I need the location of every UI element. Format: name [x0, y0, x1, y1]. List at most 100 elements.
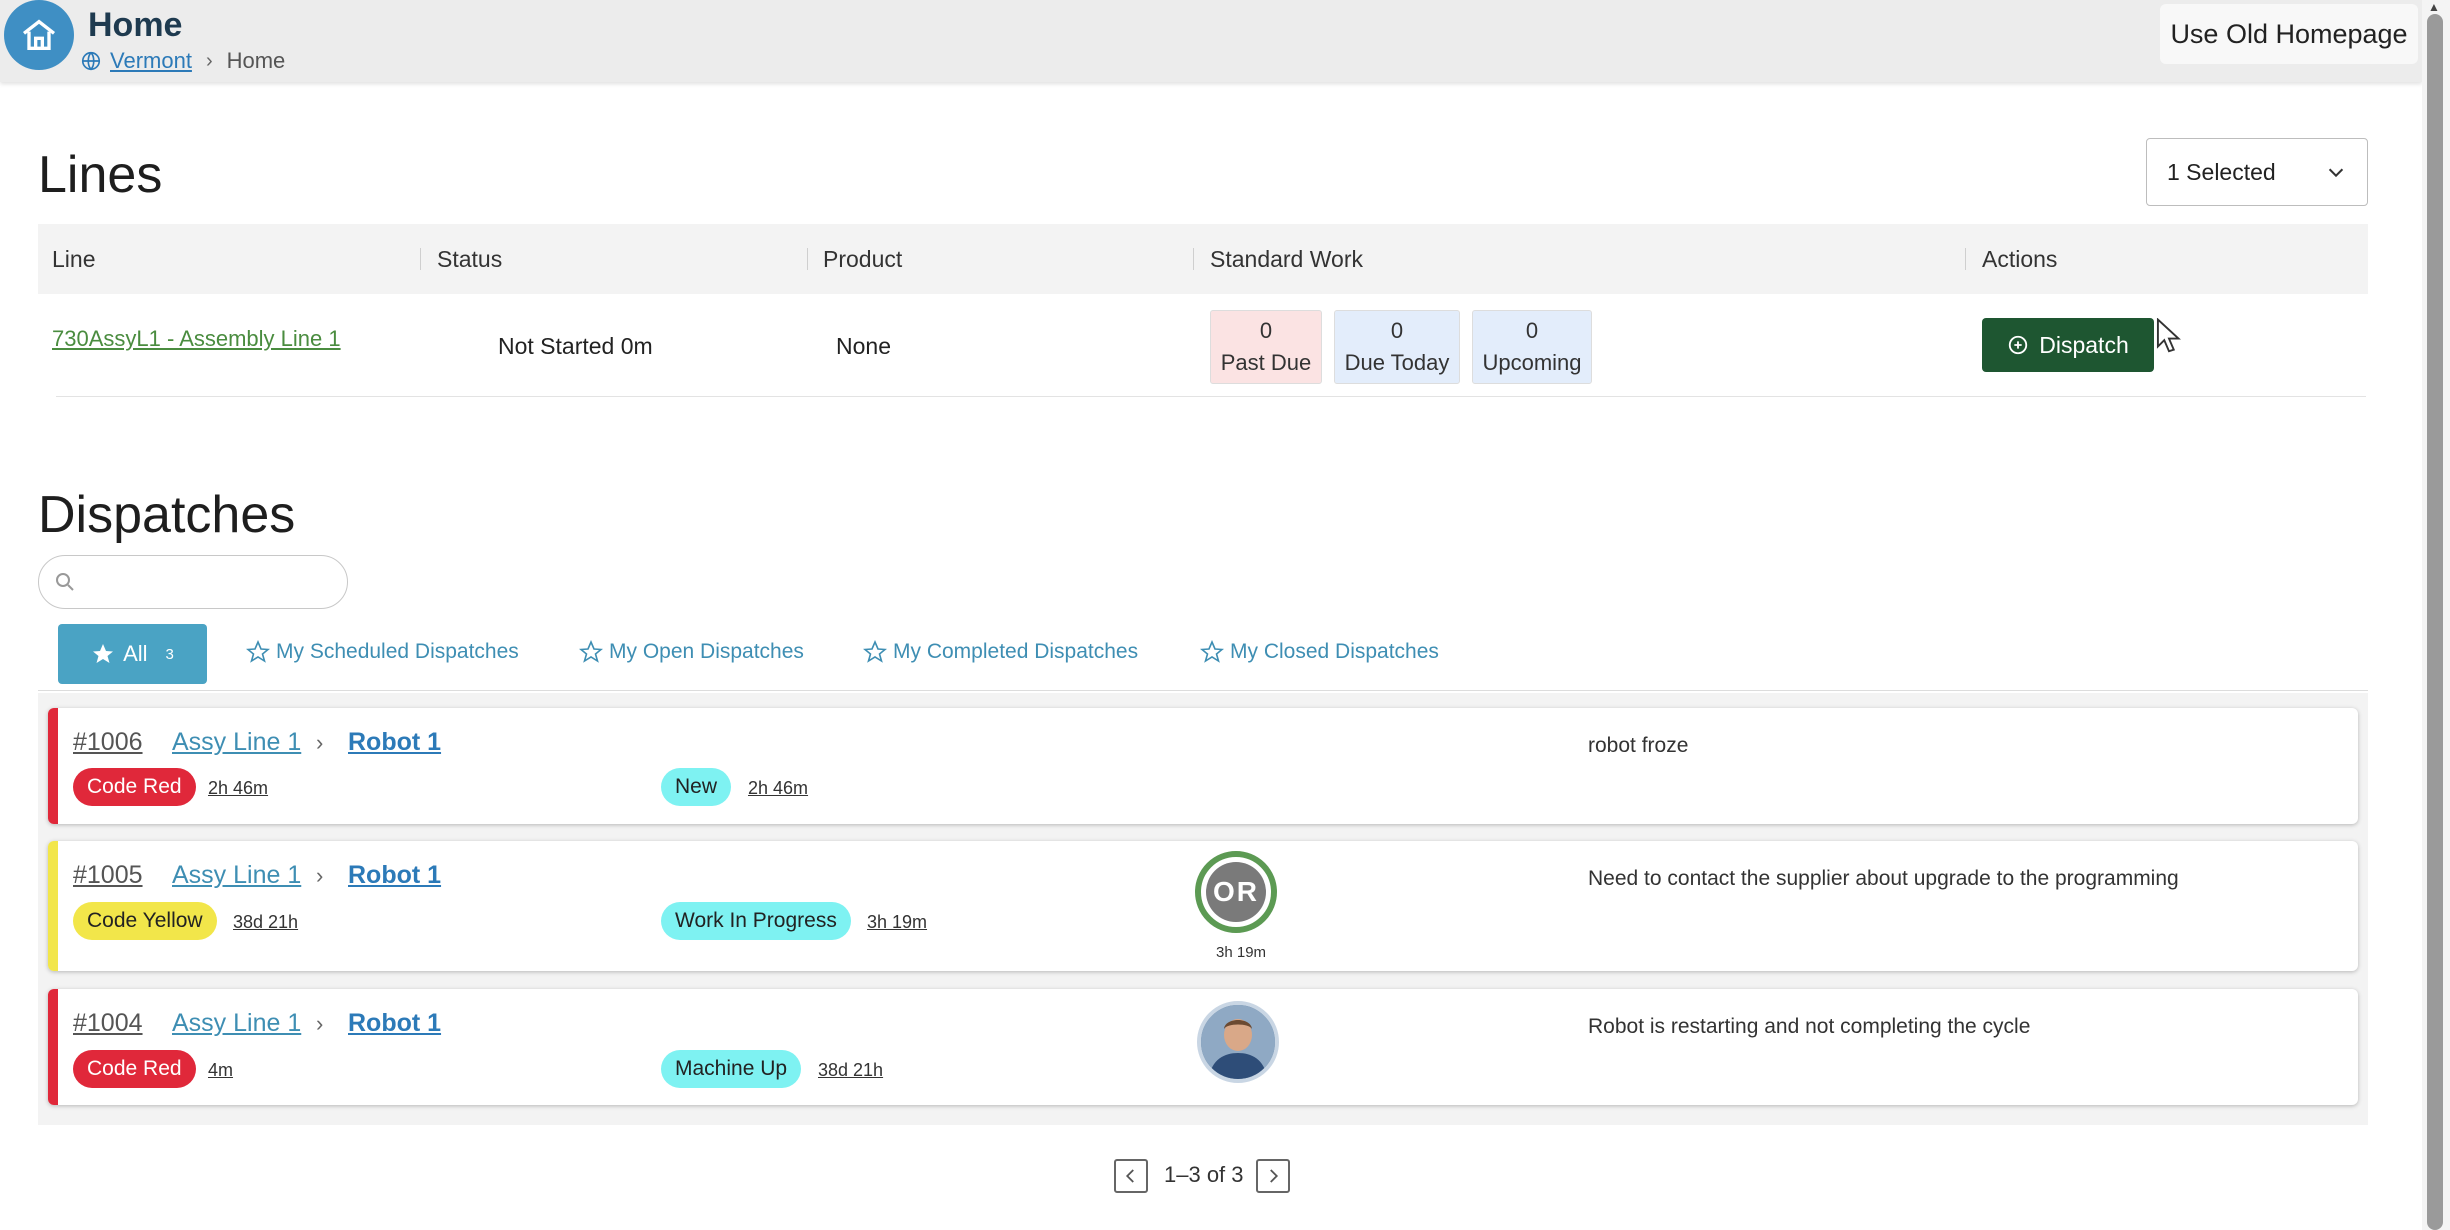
- col-actions: Actions: [1982, 246, 2058, 272]
- status-age[interactable]: 2h 46m: [748, 778, 808, 799]
- scroll-up-arrow[interactable]: ▲: [2428, 0, 2440, 14]
- search-icon: [56, 573, 74, 591]
- line-filter-value: 1 Selected: [2167, 158, 2276, 185]
- code-badge: Code Red: [73, 1050, 196, 1088]
- col-standard-work: Standard Work: [1210, 246, 1363, 272]
- column-divider: [807, 248, 808, 270]
- upcoming-label: Upcoming: [1482, 350, 1582, 375]
- dispatch-line-link[interactable]: Assy Line 1: [172, 861, 301, 890]
- dispatch-line-link[interactable]: Assy Line 1: [172, 1009, 301, 1038]
- code-age[interactable]: 38d 21h: [233, 912, 298, 933]
- chevron-down-icon: [2328, 168, 2344, 178]
- page-title: Home: [88, 6, 183, 44]
- status-badge: New: [661, 768, 732, 806]
- search-input[interactable]: [85, 566, 339, 600]
- star-icon: [246, 640, 270, 663]
- dispatch-card[interactable]: #1005 Assy Line 1 › Robot 1 Code Yellow …: [48, 841, 2358, 971]
- star-icon: [863, 640, 887, 663]
- lines-title: Lines: [38, 146, 163, 204]
- tab-my-completed[interactable]: My Completed Dispatches: [863, 640, 1138, 664]
- breadcrumb-home: Home: [226, 48, 286, 73]
- tab-all[interactable]: All 3: [58, 624, 207, 684]
- code-age[interactable]: 4m: [208, 1060, 233, 1081]
- pagination-text: 1–3 of 3: [1164, 1162, 1244, 1187]
- code-badge: Code Yellow: [73, 902, 217, 940]
- scrollbar-thumb[interactable]: [2427, 14, 2443, 1230]
- dispatch-search[interactable]: [38, 555, 348, 609]
- upcoming-box[interactable]: 0 Upcoming: [1472, 310, 1592, 384]
- chevron-left-icon: [1125, 1169, 1134, 1183]
- due-today-count: 0: [1390, 318, 1404, 344]
- code-age[interactable]: 2h 46m: [208, 778, 268, 799]
- breadcrumb-separator: ›: [205, 49, 213, 72]
- status-age[interactable]: 38d 21h: [818, 1060, 883, 1081]
- home-icon: [22, 19, 56, 50]
- line-filter-dropdown[interactable]: 1 Selected: [2146, 138, 2368, 206]
- tab-label: My Open Dispatches: [609, 640, 804, 663]
- dispatch-button-label: Dispatch: [2039, 331, 2129, 358]
- dispatch-description: robot froze: [1588, 734, 1689, 757]
- priority-bar: [48, 989, 58, 1105]
- mouse-cursor-icon: [2156, 318, 2181, 353]
- column-divider: [1965, 248, 1966, 270]
- tabs-divider: [38, 690, 2368, 691]
- star-icon: [579, 640, 603, 663]
- assignee-initials: OR: [1206, 862, 1266, 922]
- dispatch-card[interactable]: #1006 Assy Line 1 › Robot 1 Code Red 2h …: [48, 708, 2358, 824]
- line-product: None: [836, 333, 891, 359]
- dispatch-asset-link[interactable]: Robot 1: [348, 861, 441, 890]
- column-divider: [420, 248, 421, 270]
- top-header: Home Vermont › Home Use Old Homepage: [0, 0, 2422, 82]
- use-old-homepage-button[interactable]: Use Old Homepage: [2160, 4, 2418, 64]
- past-due-count: 0: [1259, 318, 1273, 344]
- upcoming-count: 0: [1525, 318, 1539, 344]
- dispatch-card[interactable]: #1004 Assy Line 1 › Robot 1 Code Red 4m …: [48, 989, 2358, 1105]
- tab-my-scheduled[interactable]: My Scheduled Dispatches: [246, 640, 519, 664]
- dispatch-number[interactable]: #1005: [73, 861, 143, 890]
- assignee-time: 3h 19m: [1216, 944, 1267, 961]
- tab-my-closed[interactable]: My Closed Dispatches: [1200, 640, 1439, 664]
- tab-all-count: 3: [165, 645, 174, 663]
- dispatch-description: Robot is restarting and not completing t…: [1588, 1015, 2031, 1038]
- dispatch-description: Need to contact the supplier about upgra…: [1588, 867, 2179, 890]
- status-age[interactable]: 3h 19m: [867, 912, 927, 933]
- past-due-label: Past Due: [1220, 350, 1312, 375]
- tab-label: My Scheduled Dispatches: [276, 640, 519, 663]
- priority-bar: [48, 841, 58, 971]
- dispatch-number[interactable]: #1004: [73, 1009, 143, 1038]
- prev-page-button[interactable]: [1114, 1159, 1148, 1193]
- due-today-label: Due Today: [1344, 350, 1450, 375]
- priority-bar: [48, 708, 58, 824]
- dispatch-line-link[interactable]: Assy Line 1: [172, 728, 301, 757]
- star-icon: [93, 644, 114, 663]
- tab-all-label: All: [123, 641, 148, 666]
- col-product: Product: [823, 246, 903, 272]
- dispatch-button[interactable]: Dispatch: [1982, 318, 2154, 372]
- status-badge: Machine Up: [661, 1050, 802, 1088]
- assignee-avatar[interactable]: OR: [1195, 851, 1277, 933]
- dispatch-asset-link[interactable]: Robot 1: [348, 1009, 441, 1038]
- person-photo-icon: [1201, 1005, 1275, 1079]
- plus-circle-icon: [2009, 335, 2028, 355]
- dispatch-number[interactable]: #1006: [73, 728, 143, 757]
- assignee-avatar[interactable]: [1197, 1001, 1279, 1083]
- lines-table-header: Line Status Product Standard Work Action…: [38, 224, 2368, 294]
- home-button[interactable]: [4, 0, 74, 70]
- chevron-right-icon: [1270, 1169, 1279, 1183]
- col-status: Status: [437, 246, 503, 272]
- past-due-box[interactable]: 0 Past Due: [1210, 310, 1322, 384]
- star-icon: [1200, 640, 1224, 663]
- dispatch-asset-link[interactable]: Robot 1: [348, 728, 441, 757]
- chevron-right-icon: ›: [316, 730, 324, 755]
- line-link[interactable]: 730AssyL1 - Assembly Line 1: [52, 326, 341, 352]
- due-today-box[interactable]: 0 Due Today: [1334, 310, 1460, 384]
- chevron-right-icon: ›: [316, 1011, 324, 1036]
- line-status: Not Started 0m: [498, 333, 653, 359]
- dispatches-title: Dispatches: [38, 486, 296, 544]
- tab-label: My Completed Dispatches: [893, 640, 1139, 663]
- breadcrumb-vermont[interactable]: Vermont: [110, 48, 192, 74]
- code-badge: Code Red: [73, 768, 196, 806]
- next-page-button[interactable]: [1256, 1159, 1290, 1193]
- tab-my-open[interactable]: My Open Dispatches: [579, 640, 804, 664]
- chevron-right-icon: ›: [316, 863, 324, 888]
